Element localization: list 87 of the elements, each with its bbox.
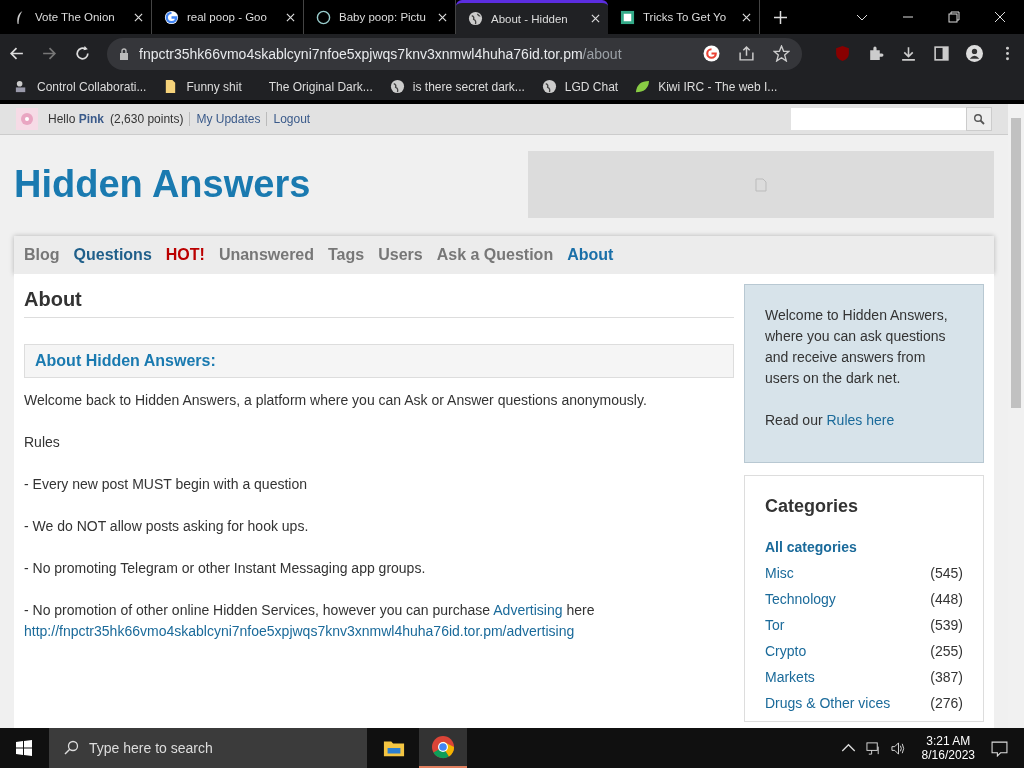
nav-link[interactable]: Ask a Question (436, 246, 554, 264)
category-link[interactable]: Drugs & Other vices (765, 695, 891, 721)
nav-link[interactable]: HOT! (165, 246, 205, 264)
google-icon[interactable] (703, 45, 720, 63)
globe-icon (468, 11, 483, 26)
search-field[interactable] (791, 108, 966, 130)
paragraph: Welcome back to Hidden Answers, a platform where you can Ask or Answer questions anonymously. (24, 391, 648, 410)
chrome-taskbar-button[interactable] (419, 728, 467, 768)
user-link[interactable]: My Updates (189, 112, 261, 126)
section-title: About Hidden Answers: (24, 344, 734, 378)
nav-link[interactable]: Blog (24, 246, 60, 264)
notifications-icon[interactable] (991, 739, 1008, 757)
category-count: (387) (930, 669, 963, 687)
close-icon[interactable] (591, 14, 600, 23)
close-icon[interactable] (742, 12, 751, 22)
volume-icon[interactable] (890, 740, 906, 756)
bookmark[interactable]: is there secret dark... (389, 79, 525, 95)
greeting-text: Hello Pink (48, 112, 105, 126)
user-link[interactable]: Logout (266, 112, 311, 126)
paragraph: Rules (24, 433, 61, 452)
category-count: (448) (930, 591, 963, 609)
bookmark[interactable]: Control Collaborati... (14, 79, 147, 95)
category-link[interactable]: All categories (765, 539, 963, 555)
paragraph: - No promoting Telegram or other Instant Messaging app groups. (24, 559, 427, 578)
flower-avatar (16, 108, 38, 130)
advertising-link[interactable]: Advertising (493, 602, 563, 618)
paragraph: - Every new post MUST begin with a question (24, 475, 308, 494)
clock-time[interactable]: 3:21 AM (926, 734, 971, 748)
lock-icon (119, 47, 129, 60)
category-link[interactable]: Markets (765, 669, 815, 695)
nav-link[interactable]: About (567, 246, 614, 264)
close-icon[interactable] (286, 12, 295, 22)
circle-icon (316, 9, 331, 25)
puzzle-icon[interactable] (867, 45, 884, 63)
star-icon[interactable] (773, 45, 790, 63)
welcome-text: Welcome to Hidden Answers, where you can ask questions and receive answers from users on the dark net. (765, 306, 949, 388)
globe-icon (541, 79, 557, 95)
nav-link[interactable]: Questions (73, 246, 152, 264)
taskbar-search-field[interactable]: Type here to search (49, 728, 367, 768)
category-link[interactable]: Misc (765, 565, 794, 591)
nav-link[interactable]: Users (378, 246, 423, 264)
search-icon (973, 113, 985, 125)
categories-title: Categories (765, 496, 860, 517)
bookmark[interactable]: LGD Chat (541, 79, 619, 95)
chip-icon (620, 9, 635, 25)
advertising-url-link[interactable]: http://fnpctr35hk66vmo4skablcyni7nfoe5xpjwqs7knv3xnmwl4huha76id.tor.pm/advertising (24, 623, 575, 639)
side-panel-icon[interactable] (933, 45, 950, 63)
close-icon[interactable] (134, 12, 143, 22)
document-icon (755, 177, 767, 192)
search-icon (63, 740, 79, 756)
share-icon[interactable] (738, 45, 755, 63)
category-count: (276) (930, 695, 963, 713)
restore-icon[interactable] (948, 11, 960, 23)
rules-text: Read our Rules here (765, 411, 896, 430)
new-tab-icon[interactable] (774, 10, 787, 24)
close-icon[interactable] (438, 12, 447, 22)
address-bar[interactable]: fnpctr35hk66vmo4skablcyni7nfoe5xpjwqs7knv3xnmwl4huha76id.tor.pm/about (107, 37, 802, 70)
paragraph: - No promotion of other online Hidden Services, however you can purchase Advertising here http://fnpctr35hk66vmo4skablcyni7nfoe5xpjwqs7knv3xnmwl4huha76id.tor.pm/advertising (24, 601, 596, 641)
reload-icon[interactable] (74, 45, 91, 63)
search-button[interactable] (966, 107, 992, 131)
rules-link[interactable]: Rules here (826, 412, 895, 428)
clock-date[interactable]: 8/16/2023 (921, 748, 975, 762)
bookmark[interactable]: The Original Dark... (258, 79, 373, 94)
category-link[interactable]: Crypto (765, 643, 807, 669)
browser-tab[interactable]: About - Hidden (456, 0, 608, 34)
category-count: (255) (930, 643, 963, 661)
globe-icon (389, 79, 405, 95)
google-icon (164, 9, 179, 25)
chrome-icon (431, 735, 455, 759)
bookmark[interactable]: Kiwi IRC - The web I... (635, 79, 778, 95)
site-title[interactable]: Hidden Answers (14, 163, 311, 206)
category-link[interactable]: Tor (765, 617, 785, 643)
leaf-icon (635, 79, 651, 95)
paragraph: - We do NOT allow posts asking for hook ups. (24, 517, 310, 536)
category-link[interactable]: Technology (765, 591, 836, 617)
bookmark[interactable]: Funny shit (163, 79, 242, 95)
category-count: (539) (930, 617, 963, 635)
nav-link[interactable]: Tags (328, 246, 365, 264)
profile-icon[interactable] (966, 45, 983, 63)
download-icon[interactable] (900, 45, 917, 63)
close-icon[interactable] (994, 11, 1006, 23)
category-count: (545) (930, 565, 963, 583)
nav-link[interactable]: Unanswered (218, 246, 315, 264)
points-text: (2,630 points) (110, 112, 184, 126)
windows-start-icon[interactable] (16, 740, 32, 756)
network-icon[interactable] (865, 740, 881, 756)
page-heading: About (24, 288, 734, 318)
